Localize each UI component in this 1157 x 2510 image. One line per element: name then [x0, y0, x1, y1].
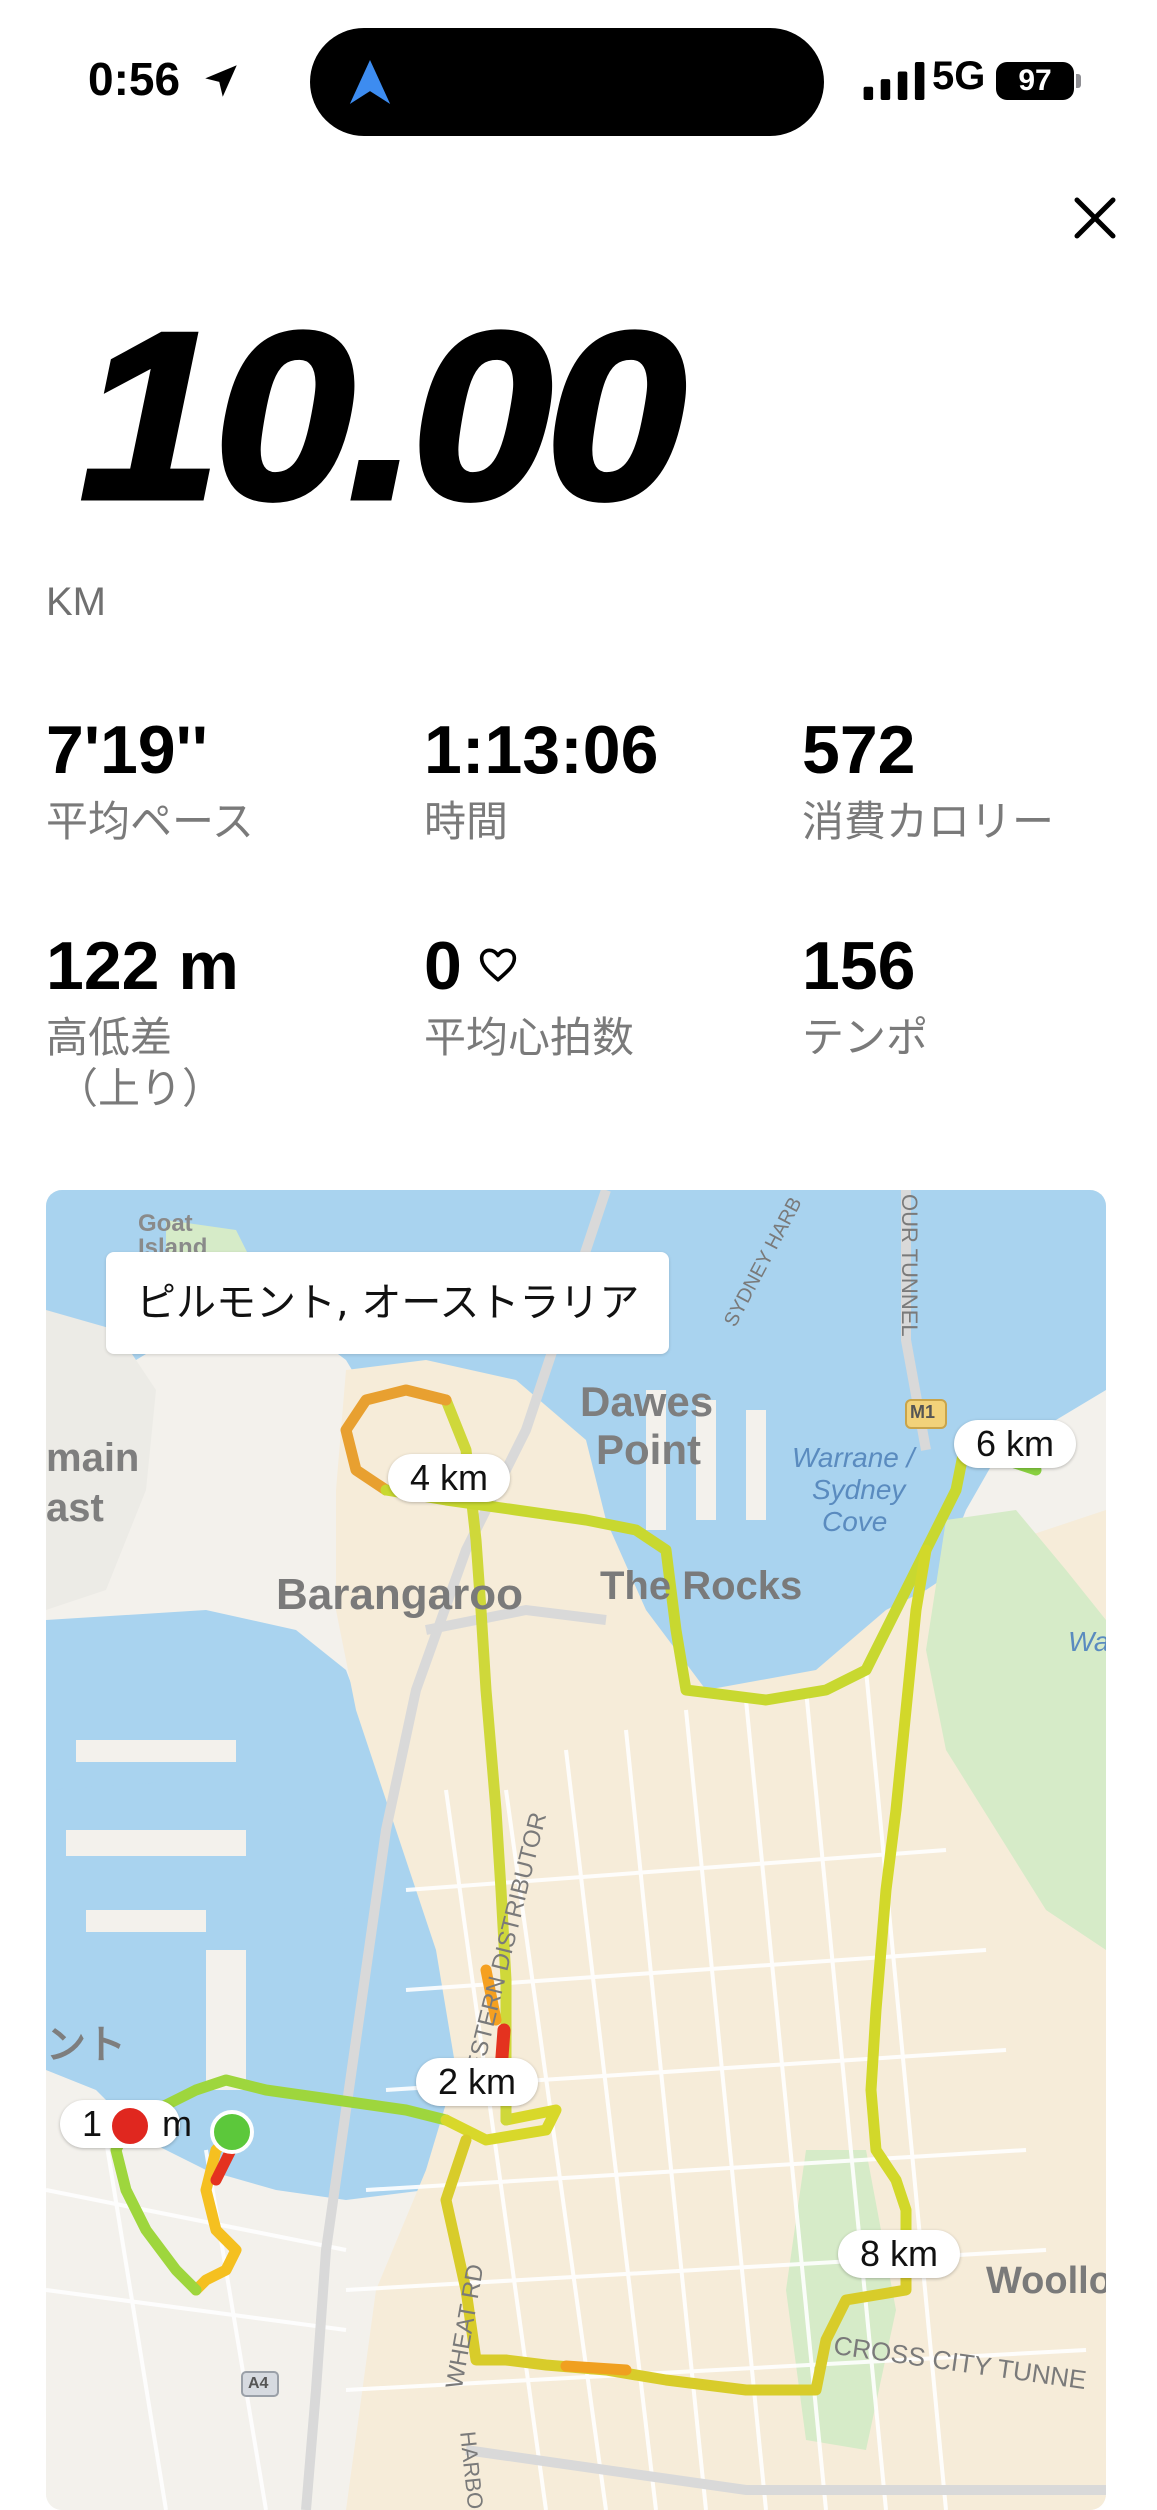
stat-duration: 1:13:06 時間: [424, 716, 658, 847]
map-label-dawes: Dawes: [580, 1378, 714, 1425]
stat-value: 572: [802, 712, 916, 788]
stat-calories: 572 消費カロリー: [802, 716, 1054, 847]
stat-avg-heart-rate: 0 平均心拍数: [424, 932, 634, 1063]
km-marker-unit-fragment: m: [162, 2103, 192, 2144]
navigation-icon: [349, 60, 391, 104]
signal-icon: [863, 62, 925, 100]
map-label-the-rocks: The Rocks: [600, 1564, 803, 1608]
network-type: 5G: [932, 54, 986, 98]
stat-value: 122 m: [46, 928, 239, 1004]
location-arrow-icon: [205, 65, 237, 97]
start-marker: [210, 2110, 254, 2154]
stat-label-sub: （上り）: [56, 1064, 225, 1114]
map-label-point: Point: [596, 1426, 701, 1473]
stat-label: テンポ: [802, 1013, 929, 1062]
map-label-woollo: Woollo: [986, 2260, 1106, 2302]
km-marker-number: 1: [82, 2103, 103, 2144]
location-label: ピルモント, オーストラリア: [106, 1252, 670, 1354]
stat-label: 時間: [424, 797, 509, 846]
stat-elevation-gain: 122 m 高低差 （上り）: [46, 932, 239, 1114]
status-bar: 0:56 5G 97: [0, 0, 1157, 150]
battery-indicator: 97: [996, 62, 1074, 100]
map-label-main: main: [46, 1436, 140, 1480]
stat-label: 平均ペース: [46, 797, 254, 846]
dynamic-island[interactable]: [310, 28, 824, 136]
battery-tip: [1076, 74, 1081, 88]
stat-avg-pace: 7'19'' 平均ペース: [46, 716, 254, 847]
stat-value: 156: [802, 928, 916, 1004]
end-marker: [108, 2104, 152, 2148]
map-canvas[interactable]: [46, 1190, 1106, 2510]
stat-value: 1:13:06: [424, 712, 659, 788]
heart-outline-icon: [479, 948, 516, 982]
distance-value: 10.00: [77, 284, 688, 549]
km-marker-6: 6 km: [954, 1420, 1077, 1468]
stat-label: 高低差: [46, 1013, 173, 1062]
map-label-harbour-tunnel: OUR TUNNEL: [897, 1194, 922, 1337]
km-marker-4: 4 km: [388, 1454, 511, 1502]
stat-label: 平均心拍数: [424, 1013, 635, 1062]
map-label-nto: ント: [46, 2023, 126, 2067]
km-marker-2: 2 km: [416, 2058, 539, 2106]
m1-label: M1: [910, 1402, 936, 1422]
stat-value: 0: [424, 928, 462, 1004]
map-label-wahg: Wahg: [1068, 1626, 1106, 1657]
route-map[interactable]: Goat Island main ast Dawes Point Baranga…: [46, 1190, 1106, 2510]
a4-label: A4: [248, 2375, 269, 2392]
status-time: 0:56: [88, 53, 181, 105]
km-marker-8: 8 km: [838, 2230, 961, 2278]
map-label-ast: ast: [46, 1486, 104, 1530]
map-label-cove: Cove: [822, 1506, 888, 1537]
stat-value: 7'19'': [46, 712, 208, 788]
stat-value-row: 0: [424, 932, 634, 1000]
close-icon[interactable]: [1065, 188, 1125, 248]
map-label-barangaroo: Barangaroo: [276, 1570, 523, 1619]
map-label-warrane: Warrane /: [792, 1442, 915, 1473]
stat-label: 消費カロリー: [802, 797, 1055, 846]
map-label-sydney: Sydney: [812, 1474, 906, 1505]
distance-unit: KM: [46, 580, 106, 624]
stat-cadence: 156 テンポ: [802, 932, 928, 1063]
